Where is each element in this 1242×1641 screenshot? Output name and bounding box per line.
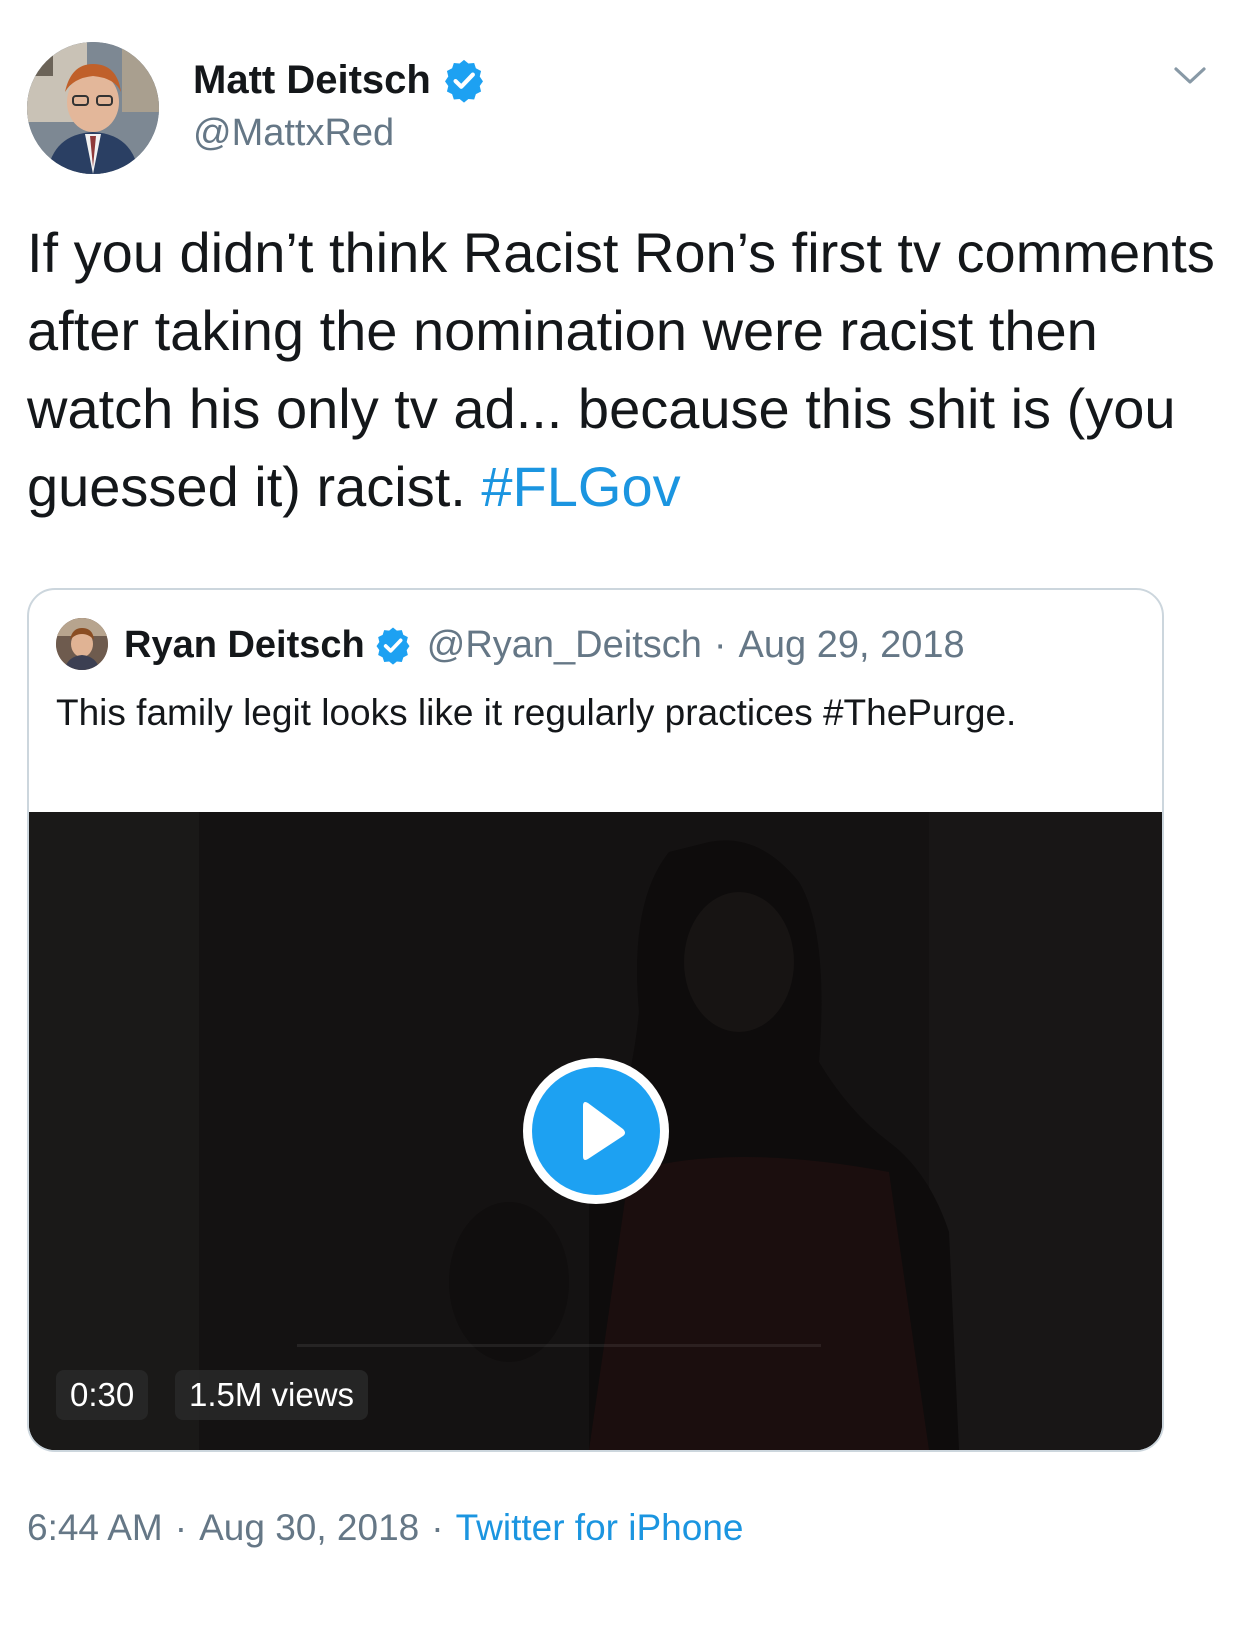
video-duration: 0:30 <box>56 1370 149 1420</box>
quoted-tweet-text: This family legit looks like it regularl… <box>56 692 1017 733</box>
quoted-author-handle[interactable]: @Ryan_Deitsch <box>427 624 702 667</box>
play-icon <box>583 1102 625 1160</box>
separator-dot: · <box>713 623 727 666</box>
quoted-author-avatar[interactable] <box>56 618 108 670</box>
hashtag-link[interactable]: #FLGov <box>481 455 680 518</box>
quoted-tweet-header: Ryan Deitsch @Ryan_Deitsch · Aug 29, 201… <box>124 620 965 670</box>
tweet-text: If you didn’t think Racist Ron’s first t… <box>27 214 1217 526</box>
author-name-text[interactable]: Matt Deitsch <box>193 56 431 104</box>
quoted-author-name[interactable]: Ryan Deitsch <box>124 624 365 667</box>
tweet-metadata: 6:44 AM · Aug 30, 2018 · Twitter for iPhone <box>27 1504 743 1552</box>
verified-badge-icon <box>373 625 413 665</box>
video-view-count: 1.5M views <box>175 1370 369 1420</box>
tweet-source-link[interactable]: Twitter for iPhone <box>456 1507 744 1548</box>
tweet-date[interactable]: Aug 30, 2018 <box>199 1507 419 1548</box>
play-button[interactable] <box>523 1058 669 1204</box>
verified-badge-icon <box>441 57 487 103</box>
video-player[interactable]: 0:30 1.5M views <box>29 812 1162 1450</box>
separator-dot: · <box>174 1507 188 1548</box>
video-progress-bar[interactable] <box>297 1344 821 1347</box>
quoted-tweet-date[interactable]: Aug 29, 2018 <box>739 624 965 667</box>
separator-dot: · <box>431 1507 444 1548</box>
author-handle[interactable]: @MattxRed <box>193 110 394 156</box>
author-name[interactable]: Matt Deitsch <box>193 56 487 104</box>
author-avatar[interactable] <box>27 42 159 174</box>
quoted-tweet-card[interactable]: Ryan Deitsch @Ryan_Deitsch · Aug 29, 201… <box>27 588 1164 1452</box>
tweet-time[interactable]: 6:44 AM <box>27 1507 163 1548</box>
chevron-down-icon[interactable] <box>1170 60 1210 90</box>
